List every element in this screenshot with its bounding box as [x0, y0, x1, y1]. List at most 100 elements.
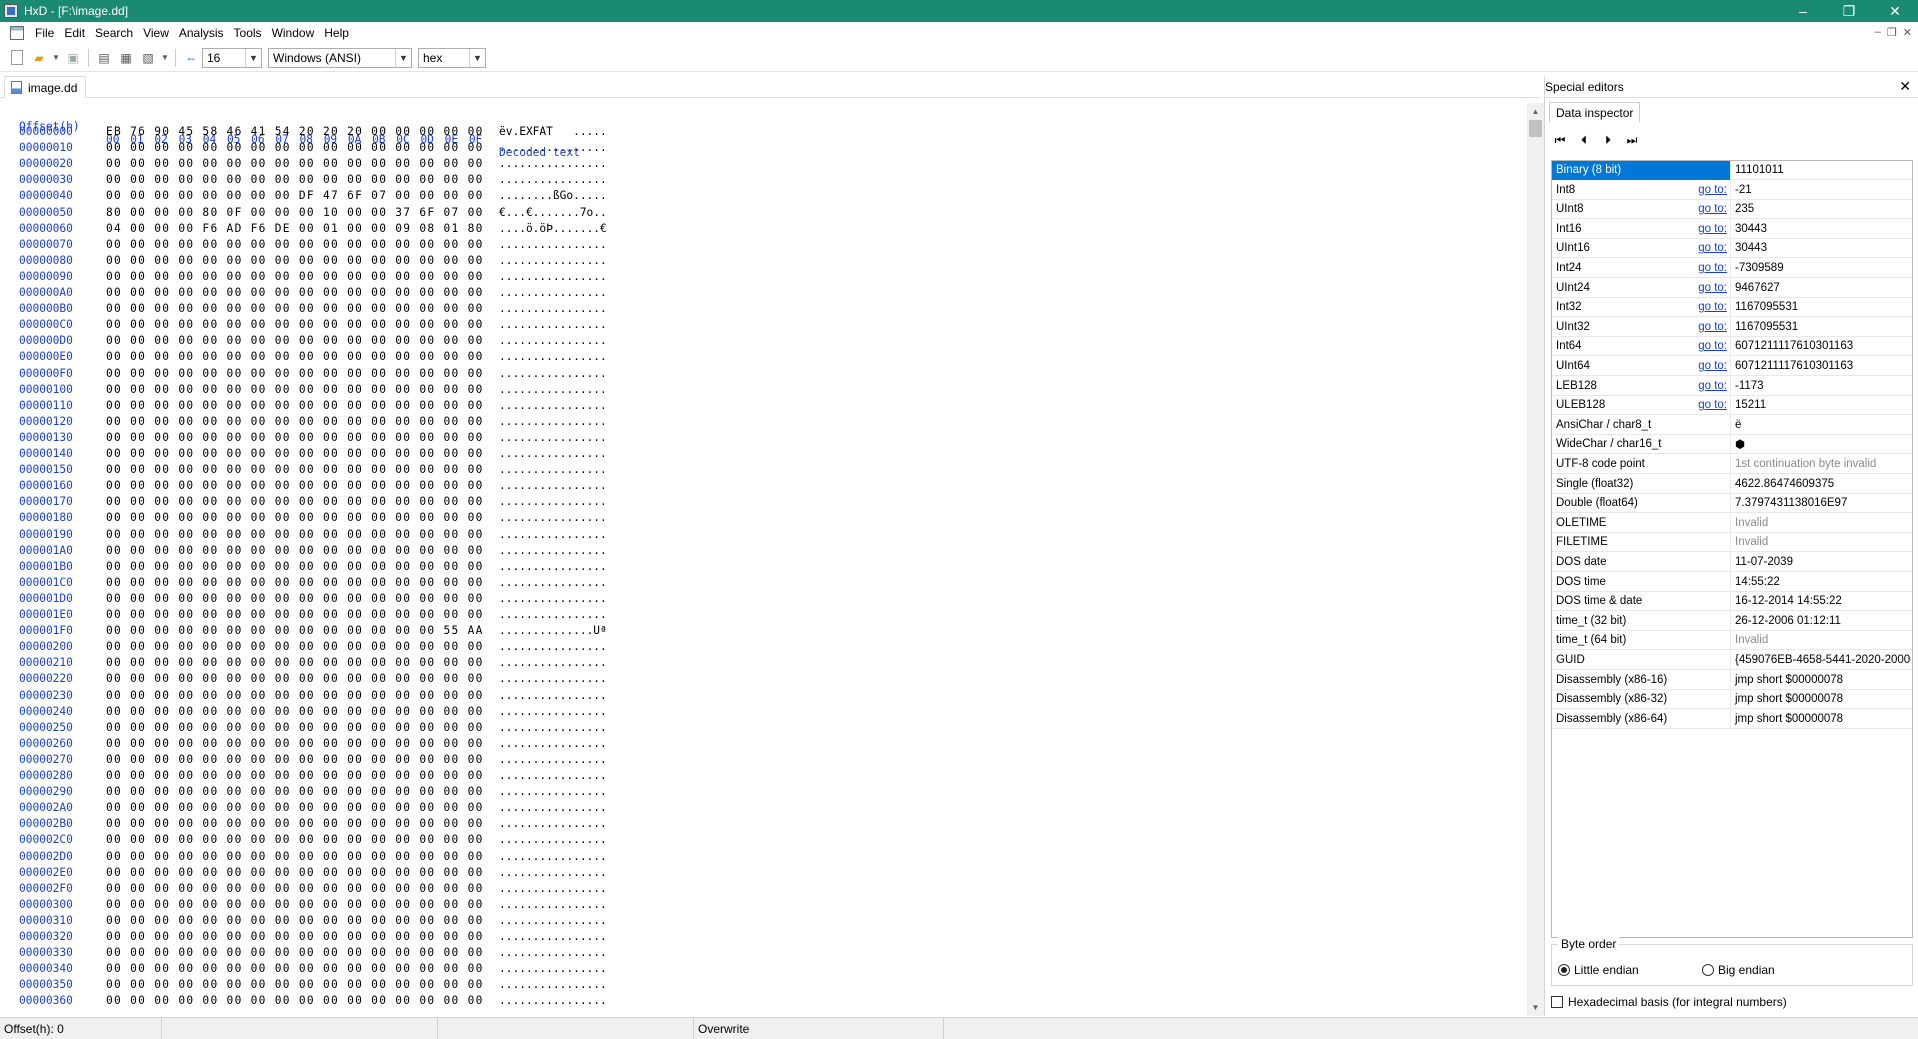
inspector-value[interactable]: 30443 [1731, 223, 1911, 235]
offset-base-select[interactable]: hex ▼ [418, 47, 486, 68]
inspector-row[interactable]: Int8 go to: -21 [1552, 180, 1912, 200]
row-bytes[interactable]: 00 00 00 00 00 00 00 00 00 00 00 00 00 0… [106, 479, 484, 492]
inspector-value[interactable]: 7.3797431138016E97 [1731, 497, 1911, 509]
row-decoded-text[interactable]: ................ [499, 173, 607, 186]
inspector-row[interactable]: Disassembly (x86-16) jmp short $00000078 [1552, 670, 1912, 690]
new-file-icon[interactable] [11, 50, 23, 65]
inspector-value[interactable]: 6071211117610301163 [1731, 360, 1911, 372]
row-bytes[interactable]: 00 00 00 00 00 00 00 00 00 00 00 00 00 0… [106, 383, 484, 396]
inspector-row[interactable]: GUID {459076EB-4658-5441-2020-20000 [1552, 650, 1912, 670]
row-decoded-text[interactable]: ................ [499, 978, 607, 991]
ram-icon[interactable]: ▦ [117, 49, 135, 67]
goto-link[interactable]: go to: [1698, 282, 1727, 294]
open-dropdown-icon[interactable]: ▼ [52, 49, 60, 67]
row-decoded-text[interactable]: ................ [499, 479, 607, 492]
inspector-value[interactable]: 6071211117610301163 [1731, 340, 1911, 352]
inspector-row[interactable]: OLETIME Invalid [1552, 513, 1912, 533]
menu-window[interactable]: Window [267, 22, 320, 44]
inspector-value[interactable]: 1167095531 [1731, 301, 1911, 313]
row-decoded-text[interactable]: ........ßGo..... [499, 189, 607, 202]
menu-search[interactable]: Search [90, 22, 138, 44]
inspector-value[interactable]: 9467627 [1731, 282, 1911, 294]
row-bytes[interactable]: 00 00 00 00 00 00 00 00 00 00 00 00 00 0… [106, 721, 484, 734]
row-bytes[interactable]: 00 00 00 00 00 00 00 00 00 00 00 00 00 0… [106, 447, 484, 460]
row-decoded-text[interactable]: ................ [499, 640, 607, 653]
inspector-row[interactable]: Binary (8 bit) 11101011 [1552, 160, 1912, 180]
inspector-row[interactable]: Disassembly (x86-32) jmp short $00000078 [1552, 689, 1912, 710]
inspector-row[interactable]: Int16 go to: 30443 [1552, 219, 1912, 239]
hex-basis-checkbox[interactable]: Hexadecimal basis (for integral numbers) [1551, 995, 1787, 1009]
goto-link[interactable]: go to: [1698, 301, 1727, 313]
row-bytes[interactable]: 00 00 00 00 00 00 00 00 00 00 00 00 00 0… [106, 431, 484, 444]
row-bytes[interactable]: 00 00 00 00 00 00 00 00 00 00 00 00 00 0… [106, 850, 484, 863]
row-bytes[interactable]: 00 00 00 00 00 00 00 00 00 00 00 00 00 0… [106, 286, 484, 299]
row-bytes[interactable]: 00 00 00 00 00 00 00 00 00 00 00 00 00 0… [106, 962, 484, 975]
close-window-button[interactable]: ✕ [1872, 0, 1918, 22]
row-bytes[interactable]: 00 00 00 00 00 00 00 00 00 00 00 00 00 0… [106, 930, 484, 943]
row-decoded-text[interactable]: ................ [499, 528, 607, 541]
row-decoded-text[interactable]: ................ [499, 737, 607, 750]
row-bytes[interactable]: 00 00 00 00 00 00 00 00 00 00 00 00 00 0… [106, 608, 484, 621]
row-decoded-text[interactable]: ................ [499, 141, 607, 154]
row-decoded-text[interactable]: ................ [499, 560, 607, 573]
row-decoded-text[interactable]: ................ [499, 672, 607, 685]
scroll-down-icon[interactable]: ▼ [1527, 999, 1544, 1016]
row-decoded-text[interactable]: ................ [499, 801, 607, 814]
row-bytes[interactable]: 00 00 00 00 00 00 00 00 00 00 00 00 00 0… [106, 318, 484, 331]
row-decoded-text[interactable]: ................ [499, 962, 607, 975]
row-bytes[interactable]: 00 00 00 00 00 00 00 00 00 00 00 00 00 0… [106, 769, 484, 782]
scroll-thumb[interactable] [1529, 120, 1542, 137]
row-decoded-text[interactable]: ................ [499, 367, 607, 380]
inspector-row[interactable]: UInt24 go to: 9467627 [1552, 278, 1912, 298]
row-decoded-text[interactable]: ................ [499, 689, 607, 702]
inspector-row[interactable]: DOS time 14:55:22 [1552, 572, 1912, 592]
row-bytes[interactable]: 00 00 00 00 00 00 00 00 00 00 00 00 00 0… [106, 334, 484, 347]
mdi-restore-button[interactable]: ❐ [1887, 26, 1897, 39]
goto-link[interactable]: go to: [1698, 340, 1727, 352]
inspector-row[interactable]: time_t (32 bit) 26-12-2006 01:12:11 [1552, 611, 1912, 631]
row-decoded-text[interactable]: ................ [499, 511, 607, 524]
row-decoded-text[interactable]: ................ [499, 946, 607, 959]
inspector-value[interactable]: -1173 [1731, 380, 1911, 392]
previous-byte-icon[interactable]: ⏴ [1577, 133, 1591, 147]
checkbox-unchecked-icon[interactable] [1551, 996, 1563, 1008]
inspector-row[interactable]: UInt32 go to: 1167095531 [1552, 317, 1912, 337]
row-decoded-text[interactable]: ..............Uª [499, 624, 607, 637]
row-bytes[interactable]: 00 00 00 00 00 00 00 00 00 00 00 00 00 0… [106, 914, 484, 927]
row-decoded-text[interactable]: ................ [499, 994, 607, 1007]
inspector-row[interactable]: WideChar / char16_t ⬢ [1552, 434, 1912, 455]
row-bytes[interactable]: 00 00 00 00 00 00 00 00 00 00 00 00 00 0… [106, 399, 484, 412]
menu-analysis[interactable]: Analysis [174, 22, 229, 44]
inspector-value[interactable]: 15211 [1731, 399, 1911, 411]
row-bytes[interactable]: 00 00 00 00 00 00 00 00 00 00 00 00 00 0… [106, 495, 484, 508]
inspector-value[interactable]: jmp short $00000078 [1731, 674, 1911, 686]
row-decoded-text[interactable]: ................ [499, 817, 607, 830]
save-icon[interactable]: ▣ [64, 49, 82, 67]
inspector-value[interactable]: ⬢ [1731, 437, 1911, 451]
row-decoded-text[interactable]: ................ [499, 399, 607, 412]
inspector-value[interactable]: -7309589 [1731, 262, 1911, 274]
row-bytes[interactable]: 00 00 00 00 00 00 00 00 DF 47 6F 07 00 0… [106, 189, 484, 202]
row-bytes[interactable]: 00 00 00 00 00 00 00 00 00 00 00 00 00 0… [106, 350, 484, 363]
export-icon[interactable]: ▧ [139, 49, 157, 67]
row-bytes[interactable]: 00 00 00 00 00 00 00 00 00 00 00 00 00 0… [106, 157, 484, 170]
inspector-value[interactable]: Invalid [1731, 517, 1911, 529]
row-decoded-text[interactable]: ................ [499, 656, 607, 669]
export-dropdown-icon[interactable]: ▼ [161, 49, 169, 67]
inspector-row[interactable]: DOS date 11-07-2039 [1552, 552, 1912, 572]
inspector-value[interactable]: jmp short $00000078 [1731, 713, 1911, 725]
row-bytes[interactable]: 00 00 00 00 00 00 00 00 00 00 00 00 00 0… [106, 544, 484, 557]
row-decoded-text[interactable]: ................ [499, 431, 607, 444]
row-bytes[interactable]: 00 00 00 00 00 00 00 00 00 00 00 00 00 0… [106, 511, 484, 524]
row-decoded-text[interactable]: ................ [499, 495, 607, 508]
row-bytes[interactable]: 00 00 00 00 00 00 00 00 00 00 00 00 00 0… [106, 592, 484, 605]
row-decoded-text[interactable]: ................ [499, 850, 607, 863]
inspector-value[interactable]: -21 [1731, 184, 1911, 196]
big-endian-radio[interactable]: Big endian [1702, 963, 1775, 977]
row-bytes[interactable]: 04 00 00 00 F6 AD F6 DE 00 01 00 00 09 0… [106, 222, 484, 235]
row-bytes[interactable]: 00 00 00 00 00 00 00 00 00 00 00 00 00 0… [106, 817, 484, 830]
chevron-down-icon[interactable]: ▼ [395, 48, 411, 67]
goto-link[interactable]: go to: [1698, 184, 1727, 196]
inspector-row[interactable]: UInt64 go to: 6071211117610301163 [1552, 356, 1912, 376]
row-bytes[interactable]: 00 00 00 00 00 00 00 00 00 00 00 00 00 0… [106, 882, 484, 895]
